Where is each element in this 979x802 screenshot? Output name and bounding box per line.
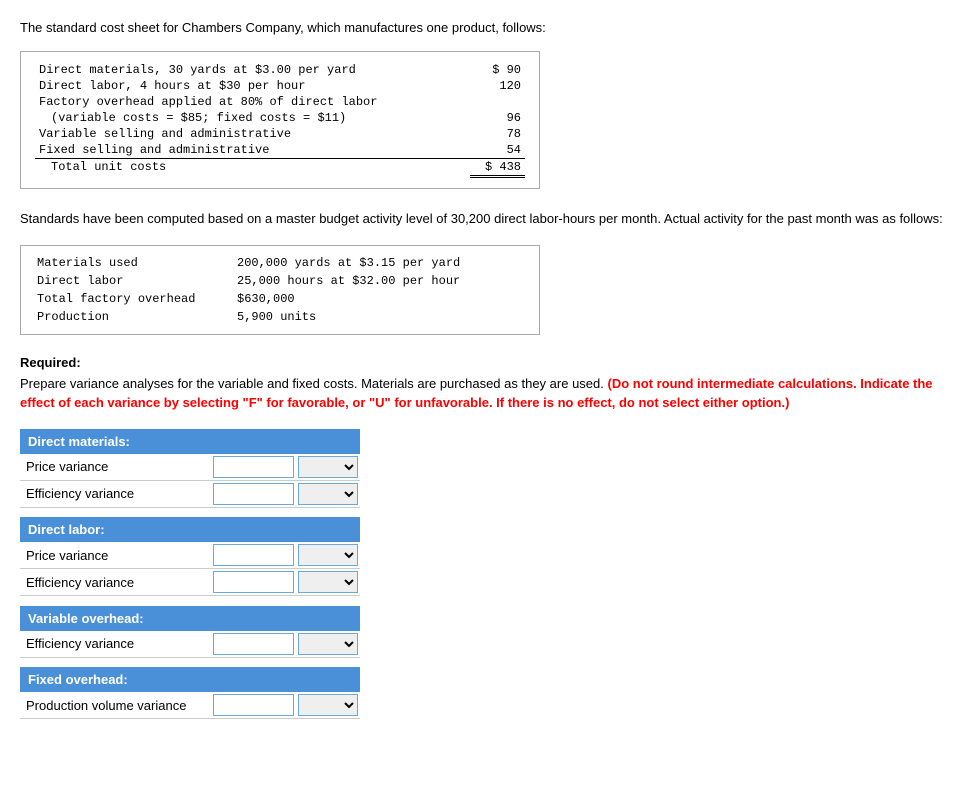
price-variance-input-cell[interactable] bbox=[211, 454, 296, 481]
standards-text: Standards have been computed based on a … bbox=[20, 209, 959, 229]
table-row: Direct labor 25,000 hours at $32.00 per … bbox=[33, 272, 527, 290]
cost-amount: 96 bbox=[470, 110, 525, 126]
table-row: Production 5,900 units bbox=[33, 308, 527, 326]
spacer-row bbox=[20, 657, 360, 667]
row-label: Price variance bbox=[20, 542, 211, 569]
efficiency-variance-input-cell[interactable] bbox=[211, 631, 296, 658]
direct-materials-price-variance-select[interactable]: F U bbox=[298, 456, 358, 478]
cost-label: Fixed selling and administrative bbox=[35, 142, 470, 159]
efficiency-variance-input-cell[interactable] bbox=[211, 480, 296, 507]
cost-amount: $ 90 bbox=[470, 62, 525, 78]
actual-value: 200,000 yards at $3.15 per yard bbox=[233, 254, 527, 272]
variable-overhead-efficiency-variance-select[interactable]: F U bbox=[298, 633, 358, 655]
direct-labor-efficiency-variance-select[interactable]: F U bbox=[298, 571, 358, 593]
production-volume-variance-input-cell[interactable] bbox=[211, 692, 296, 719]
actual-label: Direct labor bbox=[33, 272, 233, 290]
section-header-label: Direct materials: bbox=[20, 429, 360, 454]
table-row: Materials used 200,000 yards at $3.15 pe… bbox=[33, 254, 527, 272]
direct-labor-efficiency-row: Efficiency variance F U bbox=[20, 569, 360, 596]
cost-amount: 54 bbox=[470, 142, 525, 159]
row-label: Efficiency variance bbox=[20, 569, 211, 596]
actual-value: 25,000 hours at $32.00 per hour bbox=[233, 272, 527, 290]
efficiency-variance-select-cell[interactable]: F U bbox=[296, 480, 360, 507]
table-row-total: Total unit costs $ 438 bbox=[35, 159, 525, 177]
efficiency-variance-select-cell[interactable]: F U bbox=[296, 569, 360, 596]
cost-sheet-table: Direct materials, 30 yards at $3.00 per … bbox=[35, 62, 525, 178]
actual-value: 5,900 units bbox=[233, 308, 527, 326]
row-label: Efficiency variance bbox=[20, 631, 211, 658]
intro-text: The standard cost sheet for Chambers Com… bbox=[20, 20, 959, 35]
table-row: Total factory overhead $630,000 bbox=[33, 290, 527, 308]
direct-materials-price-variance-input[interactable] bbox=[213, 456, 294, 478]
cost-label: Factory overhead applied at 80% of direc… bbox=[35, 94, 470, 110]
section-header-direct-materials: Direct materials: bbox=[20, 429, 360, 454]
row-label: Price variance bbox=[20, 454, 211, 481]
spacer-row bbox=[20, 596, 360, 606]
section-header-label: Fixed overhead: bbox=[20, 667, 360, 692]
actual-label: Production bbox=[33, 308, 233, 326]
spacer-row bbox=[20, 507, 360, 517]
row-label: Production volume variance bbox=[20, 692, 211, 719]
cost-amount: 78 bbox=[470, 126, 525, 142]
section-header-direct-labor: Direct labor: bbox=[20, 517, 360, 542]
direct-materials-efficiency-row: Efficiency variance F U bbox=[20, 480, 360, 507]
actual-data-table: Materials used 200,000 yards at $3.15 pe… bbox=[33, 254, 527, 326]
required-title: Required: bbox=[20, 355, 959, 370]
direct-labor-price-variance-input[interactable] bbox=[213, 544, 294, 566]
efficiency-variance-input-cell[interactable] bbox=[211, 569, 296, 596]
required-body-normal: Prepare variance analyses for the variab… bbox=[20, 376, 604, 391]
variable-overhead-efficiency-variance-input[interactable] bbox=[213, 633, 294, 655]
table-row: (variable costs = $85; fixed costs = $11… bbox=[35, 110, 525, 126]
production-volume-variance-select-cell[interactable]: F U bbox=[296, 692, 360, 719]
actual-value: $630,000 bbox=[233, 290, 527, 308]
section-header-label: Direct labor: bbox=[20, 517, 360, 542]
cost-label: Variable selling and administrative bbox=[35, 126, 470, 142]
direct-materials-efficiency-variance-input[interactable] bbox=[213, 483, 294, 505]
cost-label: Direct materials, 30 yards at $3.00 per … bbox=[35, 62, 470, 78]
table-row: Fixed selling and administrative 54 bbox=[35, 142, 525, 159]
section-header-label: Variable overhead: bbox=[20, 606, 360, 631]
cost-label-total: Total unit costs bbox=[35, 159, 470, 177]
table-row: Direct materials, 30 yards at $3.00 per … bbox=[35, 62, 525, 78]
price-variance-input-cell[interactable] bbox=[211, 542, 296, 569]
cost-label: Direct labor, 4 hours at $30 per hour bbox=[35, 78, 470, 94]
direct-labor-price-variance-select[interactable]: F U bbox=[298, 544, 358, 566]
variable-overhead-efficiency-row: Efficiency variance F U bbox=[20, 631, 360, 658]
actual-label: Total factory overhead bbox=[33, 290, 233, 308]
required-body: Prepare variance analyses for the variab… bbox=[20, 374, 959, 413]
table-row: Factory overhead applied at 80% of direc… bbox=[35, 94, 525, 110]
direct-labor-price-row: Price variance F U bbox=[20, 542, 360, 569]
row-label: Efficiency variance bbox=[20, 480, 211, 507]
section-header-variable-overhead: Variable overhead: bbox=[20, 606, 360, 631]
cost-amount: 120 bbox=[470, 78, 525, 94]
cost-sheet-container: Direct materials, 30 yards at $3.00 per … bbox=[20, 51, 540, 189]
fixed-overhead-production-volume-row: Production volume variance F U bbox=[20, 692, 360, 719]
table-row: Variable selling and administrative 78 bbox=[35, 126, 525, 142]
variance-analysis-table: Direct materials: Price variance F U Eff… bbox=[20, 429, 360, 720]
direct-materials-efficiency-variance-select[interactable]: F U bbox=[298, 483, 358, 505]
cost-label: (variable costs = $85; fixed costs = $11… bbox=[35, 110, 470, 126]
direct-labor-efficiency-variance-input[interactable] bbox=[213, 571, 294, 593]
fixed-overhead-production-volume-variance-input[interactable] bbox=[213, 694, 294, 716]
efficiency-variance-select-cell[interactable]: F U bbox=[296, 631, 360, 658]
section-header-fixed-overhead: Fixed overhead: bbox=[20, 667, 360, 692]
direct-materials-price-row: Price variance F U bbox=[20, 454, 360, 481]
required-section: Required: Prepare variance analyses for … bbox=[20, 355, 959, 413]
actual-data-container: Materials used 200,000 yards at $3.15 pe… bbox=[20, 245, 540, 335]
price-variance-select-cell[interactable]: F U bbox=[296, 542, 360, 569]
cost-amount bbox=[470, 94, 525, 110]
cost-amount-total: $ 438 bbox=[470, 159, 525, 177]
price-variance-select-cell[interactable]: F U bbox=[296, 454, 360, 481]
fixed-overhead-production-volume-variance-select[interactable]: F U bbox=[298, 694, 358, 716]
table-row: Direct labor, 4 hours at $30 per hour 12… bbox=[35, 78, 525, 94]
actual-label: Materials used bbox=[33, 254, 233, 272]
